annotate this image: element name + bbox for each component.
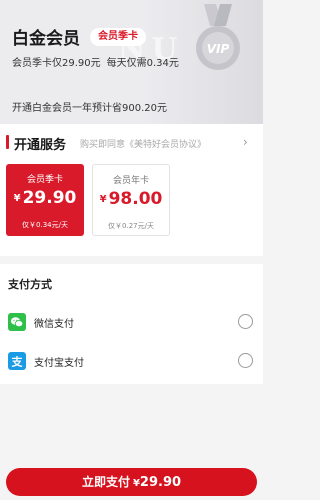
plan-price-value: 98.00: [108, 189, 163, 209]
payment-option-alipay[interactable]: 支 支付宝支付: [0, 343, 263, 379]
payment-title: 支付方式: [8, 278, 52, 291]
plan-name: 会员季卡: [26, 175, 63, 185]
alipay-icon: 支: [8, 352, 26, 370]
wechat-radio[interactable]: [238, 314, 253, 329]
plan-name: 会员年卡: [112, 176, 149, 186]
service-title: 开通服务: [14, 138, 67, 153]
payment-section: 支付方式 微信支付 支 支付宝支付: [0, 264, 263, 384]
plan-annual-card[interactable]: 会员年卡 ¥98.00 仅￥0.27元/天: [92, 164, 170, 236]
alipay-radio[interactable]: [238, 353, 253, 368]
section-accent-bar: [6, 135, 9, 149]
card-title-row: 白金会员 会员季卡: [12, 24, 146, 49]
wechat-pay-icon: [8, 313, 26, 331]
card-price-info: 会员季卡仅29.90元: [12, 58, 101, 69]
service-header[interactable]: 开通服务 购买即同意《美特好会员协议》 ›: [0, 134, 263, 153]
plan-daily-price: 仅￥0.34元/天: [22, 221, 68, 229]
pay-now-button[interactable]: 立即支付 ¥29.90: [6, 468, 257, 496]
medal-text: VIP: [207, 42, 230, 56]
plan-daily-price: 仅￥0.27元/天: [108, 222, 154, 230]
agreement-link[interactable]: 购买即同意《美特好会员协议》: [80, 137, 206, 150]
card-saving-info: 开通白金会员一年预计省900.20元: [12, 103, 167, 114]
vip-purchase-page: NU VIP 白金会员 会员季卡 会员季卡仅29.90元 每天仅需0.34元 开通…: [0, 0, 263, 500]
card-title: 白金会员: [12, 29, 80, 49]
vip-medal-icon: VIP: [196, 4, 240, 70]
chevron-right-icon[interactable]: ›: [243, 135, 248, 149]
pay-button-label: 立即支付: [81, 475, 130, 489]
plan-currency: ¥: [13, 193, 21, 204]
plan-currency: ¥: [99, 194, 107, 205]
payment-label: 支付宝支付: [34, 358, 84, 369]
card-price-line: 会员季卡仅29.90元 每天仅需0.34元: [12, 54, 179, 69]
svg-text:支: 支: [11, 355, 24, 369]
plan-price: ¥98.00: [93, 189, 169, 209]
payment-option-wechat[interactable]: 微信支付: [0, 304, 263, 340]
payment-label: 微信支付: [34, 319, 74, 330]
pay-button-amount: 29.90: [139, 475, 182, 490]
plan-tag-badge: 会员季卡: [90, 27, 146, 46]
plan-quarterly-card[interactable]: 会员季卡 ¥29.90 仅￥0.34元/天: [6, 164, 84, 236]
service-section: 开通服务 购买即同意《美特好会员协议》 › 会员季卡 ¥29.90 仅￥0.34…: [0, 124, 263, 256]
membership-card: NU VIP 白金会员 会员季卡 会员季卡仅29.90元 每天仅需0.34元 开通…: [0, 0, 263, 124]
pay-button-currency: ¥: [132, 478, 140, 489]
plan-price: ¥29.90: [6, 188, 84, 208]
plan-price-value: 29.90: [22, 188, 77, 208]
card-daily-info: 每天仅需0.34元: [106, 58, 179, 69]
